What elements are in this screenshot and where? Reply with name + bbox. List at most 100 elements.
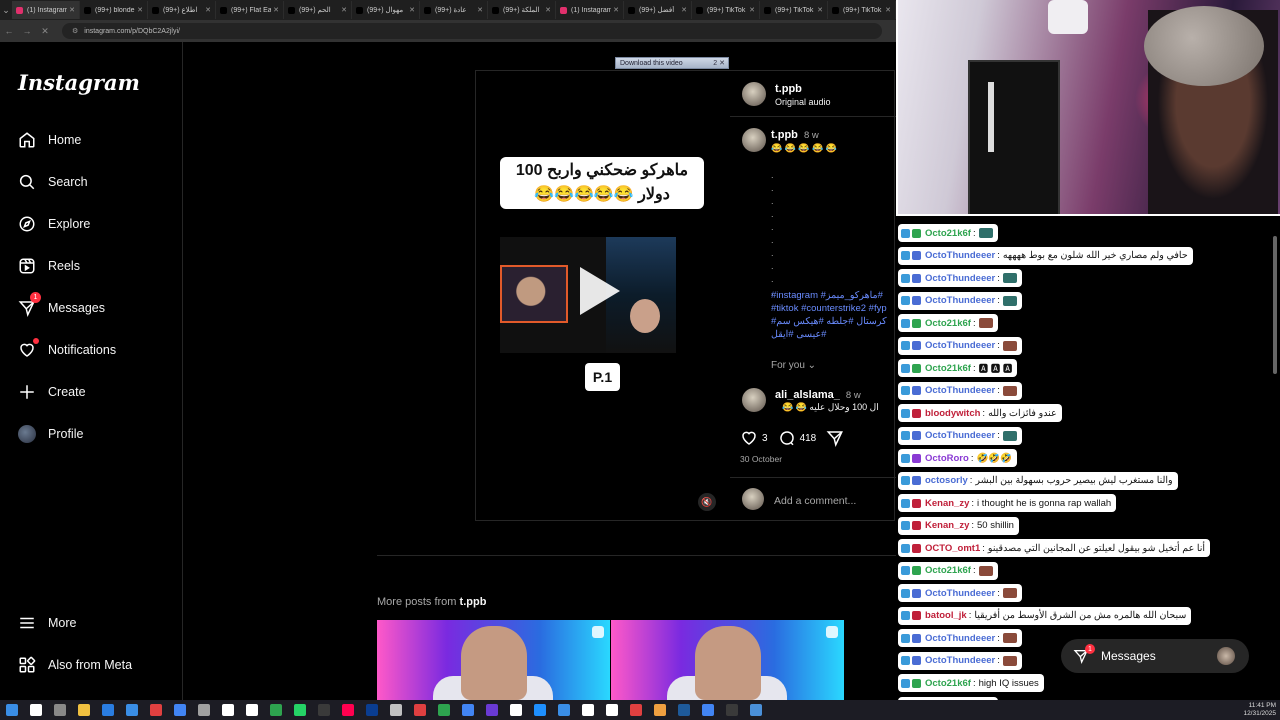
taskbar-app-icon[interactable] [78, 704, 90, 716]
system-clock[interactable]: 11:41 PM 12/31/2025 [1243, 702, 1276, 718]
tab-close-icon[interactable]: ✕ [545, 6, 551, 14]
taskbar-app-icon[interactable] [726, 704, 738, 716]
more-posts-user[interactable]: t.ppb [460, 596, 487, 608]
taskbar-app-icon[interactable] [678, 704, 690, 716]
post-thumbnail[interactable] [377, 620, 610, 700]
chat-username[interactable]: Kenan_zy [925, 520, 969, 531]
taskbar-app-icon[interactable] [342, 704, 354, 716]
start-icon[interactable] [6, 704, 18, 716]
nav-messages[interactable]: 1 Messages [18, 292, 105, 320]
browser-tab[interactable]: (99+) TikTok ✕ [760, 1, 828, 19]
chat-username[interactable]: Octo21k6f [925, 363, 971, 374]
taskbar-app-icon[interactable] [582, 704, 594, 716]
taskbar-app-icon[interactable] [750, 704, 762, 716]
add-comment-input[interactable]: Add a comment... [774, 495, 856, 507]
nav-profile[interactable]: Profile [18, 422, 83, 446]
nav-also-from-meta[interactable]: Also from Meta [18, 653, 132, 677]
taskbar-app-icon[interactable] [174, 704, 186, 716]
comment-author[interactable]: ali_alslama_ 8 w [775, 389, 861, 401]
chat-username[interactable]: OctoRoro [925, 453, 969, 464]
taskbar-app-icon[interactable] [222, 704, 234, 716]
caption-author-name[interactable]: t.ppb [771, 129, 798, 141]
audio-label[interactable]: Original audio [775, 97, 831, 107]
tab-close-icon[interactable]: ✕ [409, 6, 415, 14]
tab-close-icon[interactable]: ✕ [817, 6, 823, 14]
taskbar-app-icon[interactable] [246, 704, 258, 716]
tab-close-icon[interactable]: ✕ [477, 6, 483, 14]
browser-tab[interactable]: (99+) TikTok ✕ [692, 1, 760, 19]
download-video-bar[interactable]: Download this video 2 ✕ [615, 57, 729, 69]
nav-explore[interactable]: Explore [18, 212, 90, 236]
tab-close-icon[interactable]: ✕ [69, 6, 75, 14]
taskbar-app-icon[interactable] [558, 704, 570, 716]
tab-close-icon[interactable]: ✕ [885, 6, 891, 14]
nav-search[interactable]: Search [18, 170, 88, 194]
mute-icon[interactable]: 🔇 [698, 493, 716, 511]
taskbar-app-icon[interactable] [510, 704, 522, 716]
chat-username[interactable]: Octo21k6f [925, 565, 971, 576]
caption-author[interactable]: t.ppb 8 w [771, 129, 819, 141]
play-icon[interactable] [580, 267, 620, 315]
hashtags[interactable]: #instagram #ماهركو_ميمز# #tiktok #counte… [771, 289, 896, 341]
chat-username[interactable]: OctoThundeeer [925, 273, 995, 284]
taskbar-app-icon[interactable] [318, 704, 330, 716]
browser-tab[interactable]: (99+) أفضل ✕ [624, 1, 692, 19]
instagram-logo[interactable]: Instagram [18, 70, 140, 95]
author-name[interactable]: t.ppb [775, 83, 802, 95]
caption-avatar[interactable] [742, 128, 766, 152]
chat-username[interactable]: Octo21k6f [925, 678, 971, 689]
chat-username[interactable]: batool_jk [925, 610, 967, 621]
comment-icon[interactable] [778, 429, 796, 447]
share-icon[interactable] [826, 429, 844, 447]
taskbar-app-icon[interactable] [366, 704, 378, 716]
taskbar-app-icon[interactable] [462, 704, 474, 716]
chat-username[interactable]: OctoThundeeer [925, 295, 995, 306]
tab-close-icon[interactable]: ✕ [205, 6, 211, 14]
taskbar-app-icon[interactable] [606, 704, 618, 716]
taskbar-app-icon[interactable] [54, 704, 66, 716]
tab-close-icon[interactable]: ✕ [681, 6, 687, 14]
chat-username[interactable]: octosorly [925, 475, 968, 486]
browser-tab[interactable]: (99+) Flat Ea ✕ [216, 1, 284, 19]
forward-icon[interactable]: → [18, 26, 36, 36]
author-avatar[interactable] [742, 82, 766, 106]
taskbar-app-icon[interactable] [438, 704, 450, 716]
nav-reels[interactable]: Reels [18, 254, 80, 278]
taskbar-app-icon[interactable] [702, 704, 714, 716]
browser-tab[interactable]: (99+) الحم ✕ [284, 1, 352, 19]
nav-create[interactable]: Create [18, 380, 86, 404]
chat-username[interactable]: OctoThundeeer [925, 633, 995, 644]
taskbar-app-icon[interactable] [102, 704, 114, 716]
chat-username[interactable]: OctoThundeeer [925, 340, 995, 351]
chat-username[interactable]: OctoThundeeer [925, 588, 995, 599]
chat-username[interactable]: OCTO_omt1 [925, 543, 980, 554]
taskbar-app-icon[interactable] [150, 704, 162, 716]
back-icon[interactable]: ← [0, 26, 18, 36]
chat-username[interactable]: bloodywitch [925, 408, 980, 419]
url-field[interactable]: ⚙ instagram.com/p/DQbC2A2jlyi/ [62, 23, 882, 39]
browser-tab[interactable]: (99+) اطلاع ✕ [148, 1, 216, 19]
taskbar-app-icon[interactable] [294, 704, 306, 716]
taskbar-app-icon[interactable] [390, 704, 402, 716]
comment-avatar[interactable] [742, 388, 766, 412]
tab-close-icon[interactable]: ✕ [341, 6, 347, 14]
nav-home[interactable]: Home [18, 128, 81, 152]
reload-icon[interactable]: ✕ [36, 26, 54, 37]
nav-more[interactable]: More [18, 611, 76, 635]
taskbar-app-icon[interactable] [126, 704, 138, 716]
chat-username[interactable]: Octo21k6f [925, 228, 971, 239]
for-you-link[interactable]: For you ⌄ [771, 360, 816, 371]
browser-tab[interactable]: (99+) TikTok ✕ [828, 1, 896, 19]
taskbar-app-icon[interactable] [534, 704, 546, 716]
post-thumbnail[interactable] [611, 620, 844, 700]
browser-tab[interactable]: (99+) الملكة ✕ [488, 1, 556, 19]
messages-button[interactable]: 1 Messages [1061, 639, 1249, 673]
browser-tab[interactable]: (99+) عادة ✕ [420, 1, 488, 19]
search-icon[interactable] [30, 704, 42, 716]
tab-search-icon[interactable]: ⌄ [0, 5, 12, 16]
tab-close-icon[interactable]: ✕ [613, 6, 619, 14]
chat-username[interactable]: OctoThundeeer [925, 250, 995, 261]
taskbar-app-icon[interactable] [654, 704, 666, 716]
video-player[interactable]: ماهركو ضحكني واربح 100 دولار 😂😂😂😂😂 P.1 🔇 [476, 71, 729, 520]
taskbar-app-icon[interactable] [486, 704, 498, 716]
